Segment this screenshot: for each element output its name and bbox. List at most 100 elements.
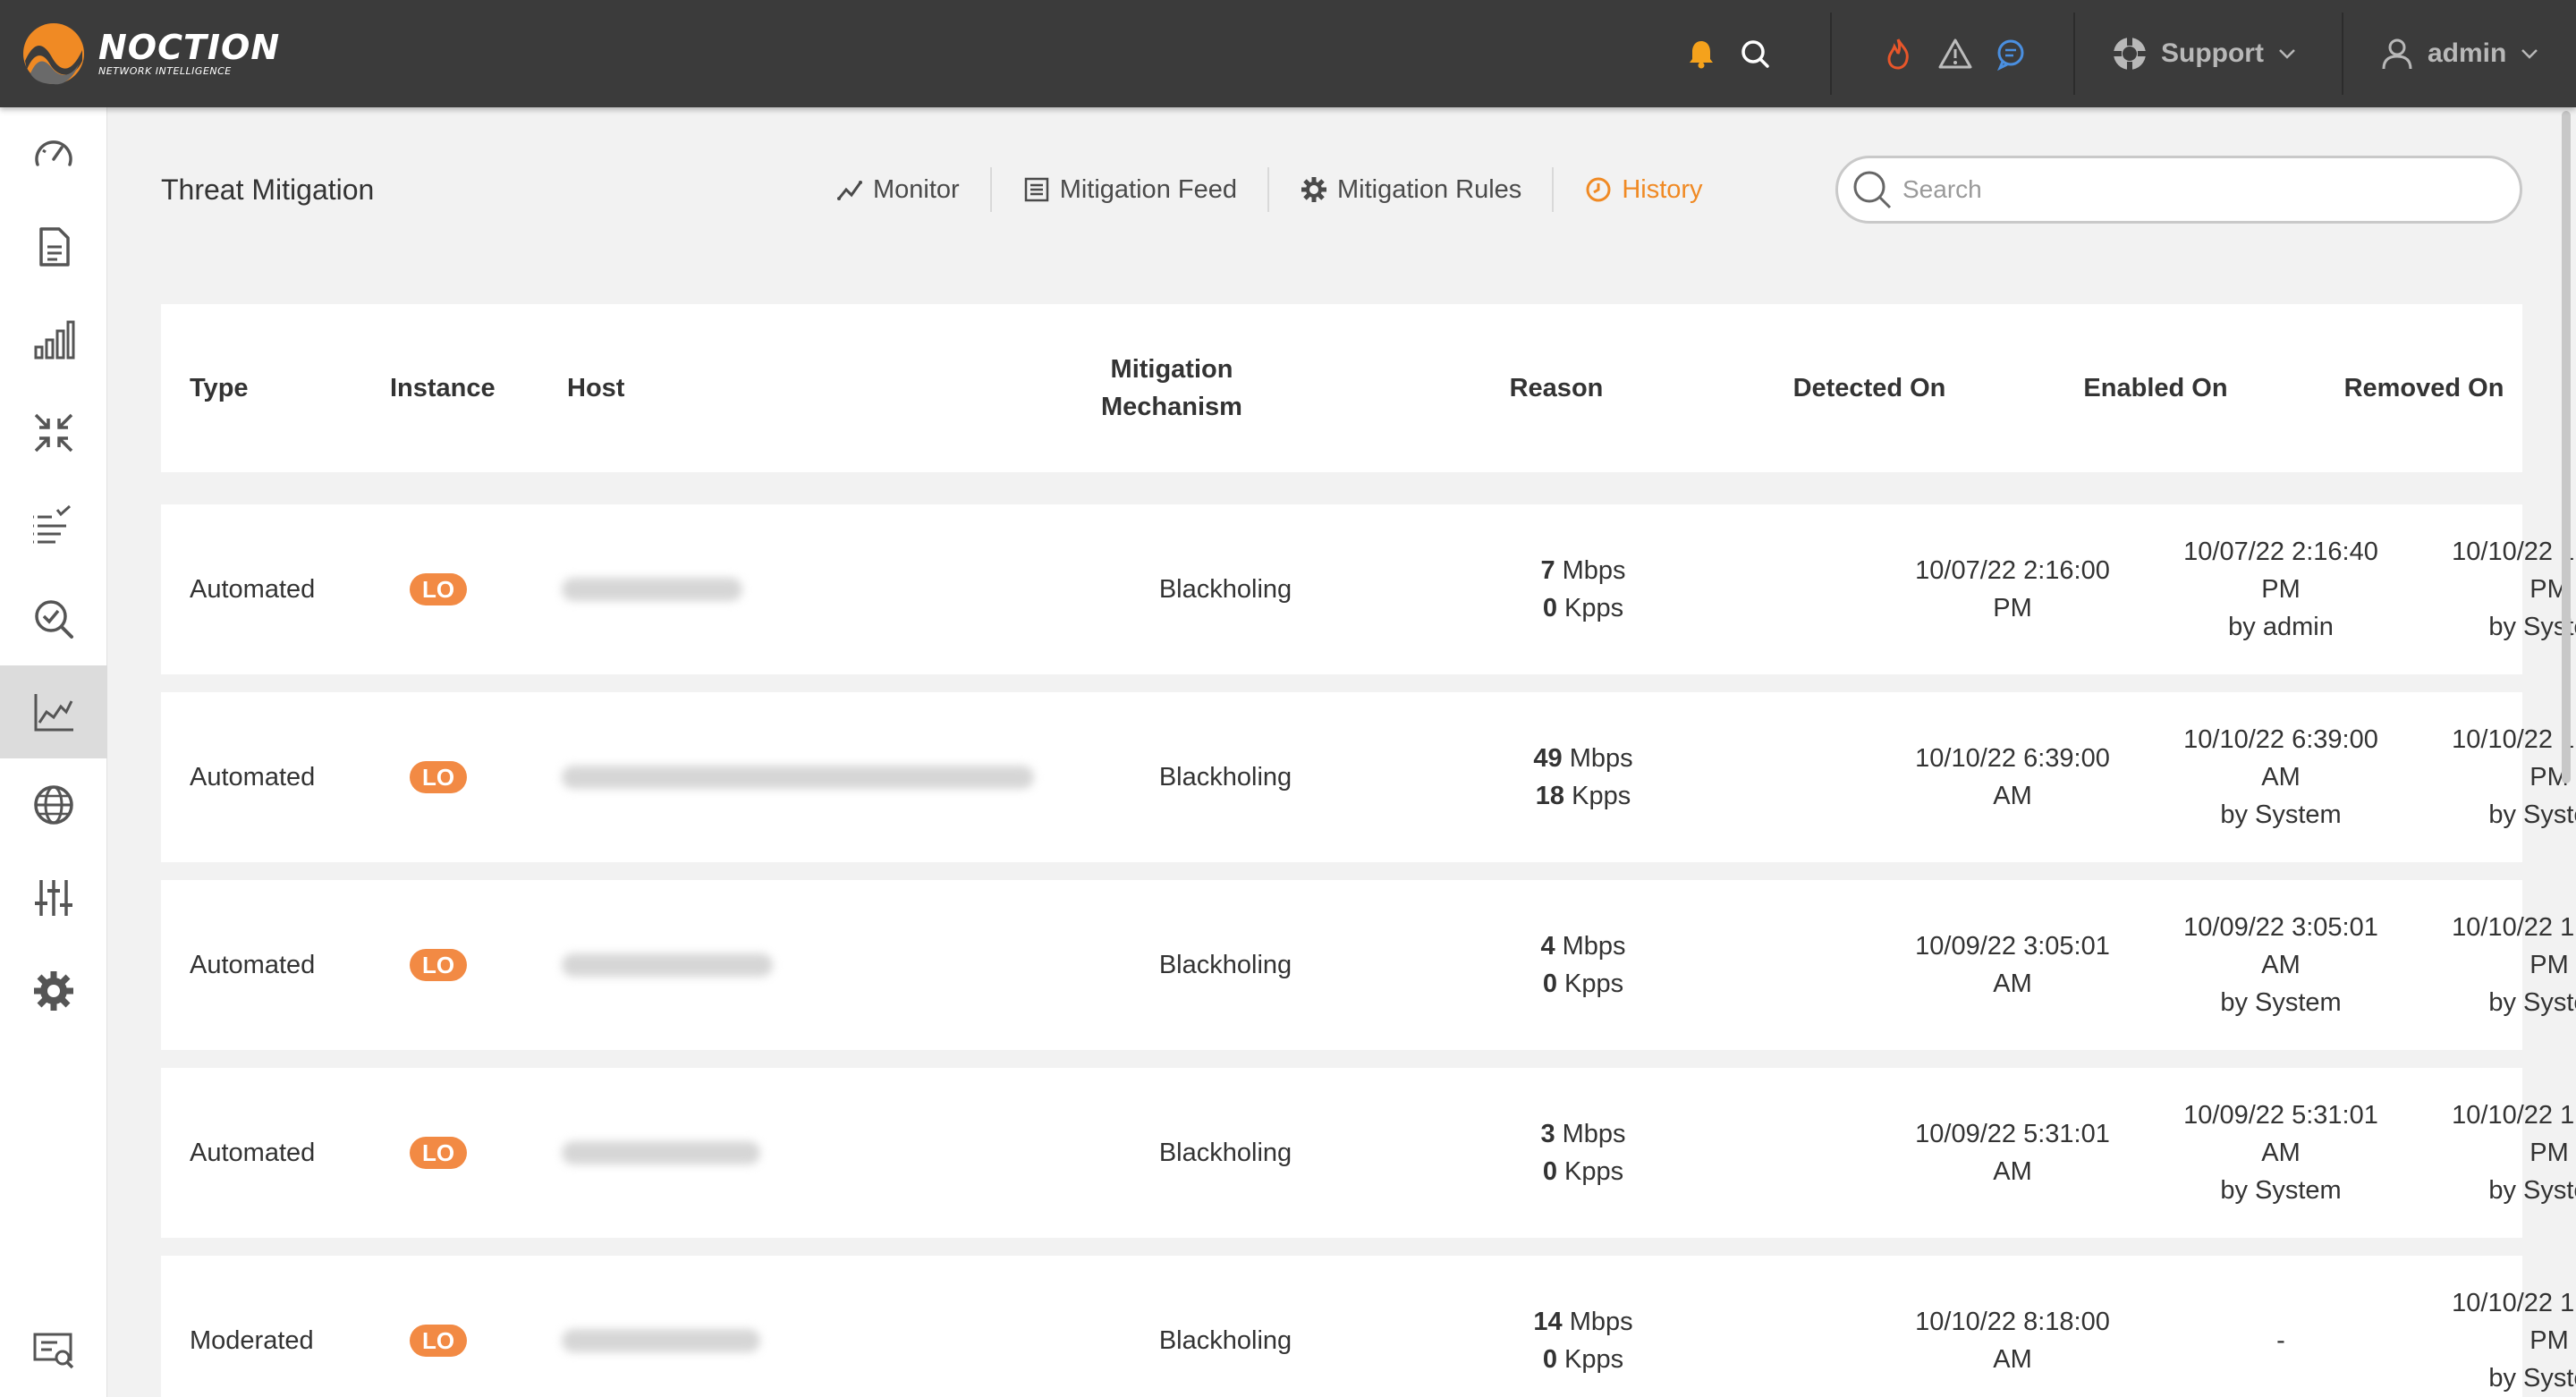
column-header-enabled[interactable]: Enabled On — [2021, 304, 2290, 472]
enabled-ampm: AM — [2261, 763, 2301, 792]
sidebar-item-network[interactable] — [0, 758, 107, 851]
cell-removed: 10/10/22 1:39:05 PM by System — [2415, 1068, 2576, 1238]
user-menu[interactable]: admin — [2379, 27, 2540, 80]
sidebar-item-configuration[interactable] — [0, 851, 107, 944]
scrollbar[interactable] — [2562, 111, 2571, 783]
table-row[interactable]: Moderated LO Blackholing 14 Mbps 0 Kpps … — [161, 1256, 2576, 1397]
column-header-instance[interactable]: Instance — [390, 304, 496, 472]
cog-icon — [1301, 177, 1326, 202]
line-chart-icon — [34, 694, 73, 732]
enabled-by: by System — [2220, 800, 2342, 829]
cell-type: Automated — [190, 951, 316, 979]
cell-type: Automated — [190, 763, 316, 792]
table-row[interactable]: Automated LO Blackholing 3 Mbps 0 Kpps 1… — [161, 1068, 2576, 1238]
sidebar-item-dashboard[interactable] — [0, 107, 107, 200]
reason-kpps-value: 0 — [1542, 1345, 1557, 1374]
globe-icon — [34, 785, 73, 825]
reason-mbps-value: 4 — [1540, 932, 1555, 961]
cell-reason: 4 Mbps 0 Kpps — [1458, 880, 1708, 1050]
cell-instance: LO — [410, 1068, 468, 1238]
removed-date: 10/10/22 1:39:05 — [2452, 1101, 2576, 1130]
reason-kpps-value: 18 — [1535, 782, 1565, 810]
column-header-removed[interactable]: Removed On — [2290, 304, 2558, 472]
sidebar-item-inspection[interactable] — [0, 572, 107, 665]
removed-date: 10/10/22 1:40:16 — [2452, 725, 2576, 754]
sidebar-item-settings[interactable] — [0, 944, 107, 1037]
sliders-icon — [35, 880, 72, 916]
tab-mitigation-rules[interactable]: Mitigation Rules — [1269, 167, 1555, 212]
sidebar-item-monitoring[interactable] — [0, 1304, 107, 1397]
search-field[interactable] — [1835, 156, 2522, 224]
removed-ampm: PM — [2529, 1139, 2569, 1167]
sidebar-item-tasks[interactable] — [0, 479, 107, 572]
cell-host-redacted — [562, 692, 1034, 862]
user-icon — [2382, 38, 2412, 70]
bell-icon[interactable] — [1682, 34, 1721, 73]
column-header-detected[interactable]: Detected On — [1735, 304, 2004, 472]
instance-badge: LO — [410, 573, 468, 605]
tab-history[interactable]: History — [1554, 167, 1733, 212]
tab-mitigation-feed-label: Mitigation Feed — [1059, 174, 1237, 204]
removed-by: by System — [2488, 1364, 2576, 1393]
column-header-mechanism-line1: Mitigation — [1110, 355, 1233, 384]
search-input[interactable] — [1902, 175, 2475, 204]
column-header-reason[interactable]: Reason — [1431, 304, 1682, 472]
reason-mbps-unit: Mbps — [1555, 556, 1626, 585]
cell-mechanism: Blackholing — [1158, 763, 1292, 792]
tab-mitigation-feed[interactable]: Mitigation Feed — [992, 167, 1269, 212]
cell-instance: LO — [410, 880, 468, 1050]
cell-host-redacted — [562, 504, 742, 674]
enabled-date: - — [2276, 1326, 2285, 1355]
search-icon[interactable] — [1735, 34, 1775, 73]
reason-kpps-unit: Kpps — [1556, 594, 1624, 622]
cell-mechanism: Blackholing — [1158, 575, 1292, 604]
column-header-mechanism[interactable]: Mitigation Mechanism — [1029, 304, 1315, 472]
list-icon — [1024, 177, 1048, 202]
sidebar-item-statistics[interactable] — [0, 293, 107, 386]
reason-kpps-value: 0 — [1542, 594, 1557, 622]
compress-arrows-icon — [34, 413, 73, 453]
removed-date: 10/10/22 1:40:16 — [2452, 538, 2576, 566]
cell-type: Automated — [190, 575, 316, 604]
chat-icon[interactable] — [1991, 34, 2030, 73]
cell-removed: 10/10/22 1:40:16 PM by System — [2415, 692, 2576, 862]
removed-by: by System — [2488, 800, 2576, 829]
instance-badge: LO — [410, 761, 468, 793]
tab-mitigation-rules-label: Mitigation Rules — [1336, 174, 1522, 204]
chevron-down-icon — [2521, 49, 2538, 59]
sidebar-item-reports[interactable] — [0, 200, 107, 293]
reason-kpps-value: 0 — [1542, 969, 1557, 998]
table-row[interactable]: Automated LO Blackholing 7 Mbps 0 Kpps 1… — [161, 504, 2576, 674]
column-header-type[interactable]: Type — [190, 304, 249, 472]
removed-by: by System — [2488, 1176, 2576, 1205]
cell-reason: 14 Mbps 0 Kpps — [1458, 1256, 1708, 1397]
cell-host-redacted — [562, 880, 773, 1050]
table-row[interactable]: Automated LO Blackholing 4 Mbps 0 Kpps 1… — [161, 880, 2576, 1050]
detected-ampm: AM — [1993, 1157, 2032, 1186]
topbar-divider — [1830, 13, 1832, 95]
brand-tagline: NETWORK INTELLIGENCE — [98, 65, 232, 77]
warning-icon[interactable] — [1936, 34, 1975, 73]
enabled-by: by admin — [2228, 613, 2334, 641]
cell-reason: 49 Mbps 18 Kpps — [1458, 692, 1708, 862]
user-label: admin — [2428, 38, 2507, 68]
sidebar-item-threat-mitigation[interactable] — [0, 665, 107, 758]
table-row[interactable]: Automated LO Blackholing 49 Mbps 18 Kpps… — [161, 692, 2576, 862]
tab-monitor[interactable]: Monitor — [805, 167, 992, 212]
column-header-host[interactable]: Host — [567, 304, 624, 472]
document-icon — [39, 227, 70, 267]
sidebar-item-optimization[interactable] — [0, 386, 107, 479]
clock-icon — [1586, 177, 1611, 202]
cell-reason: 7 Mbps 0 Kpps — [1458, 504, 1708, 674]
detected-ampm: AM — [1993, 1345, 2032, 1374]
detected-date: 10/07/22 2:16:00 — [1915, 556, 2110, 585]
cell-reason: 3 Mbps 0 Kpps — [1458, 1068, 1708, 1238]
chevron-down-icon — [2279, 49, 2295, 59]
cell-detected: 10/10/22 6:39:00 AM — [1878, 692, 2147, 862]
fire-icon[interactable] — [1878, 34, 1918, 73]
support-menu[interactable]: Support — [2111, 27, 2298, 80]
noction-logo[interactable]: NOCTION NETWORK INTELLIGENCE — [21, 18, 280, 89]
cell-removed: 10/10/22 1:40:16 PM by System — [2415, 880, 2576, 1050]
enabled-by: by System — [2220, 1176, 2342, 1205]
cell-enabled: 10/09/22 3:05:01 AM by System — [2147, 880, 2415, 1050]
